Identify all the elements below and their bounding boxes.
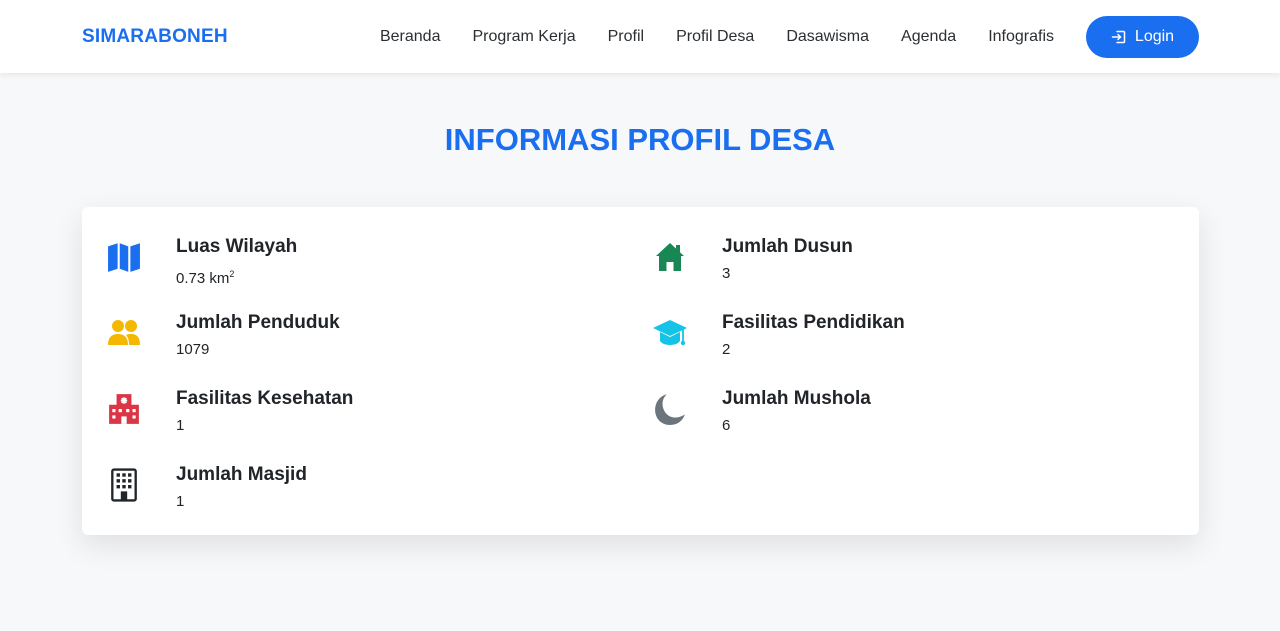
map-icon bbox=[104, 237, 144, 277]
brand-logo[interactable]: SIMARABONEH bbox=[82, 26, 228, 48]
stat-label: Luas Wilayah bbox=[176, 236, 298, 257]
stat-jumlah-masjid: Jumlah Masjid 1 bbox=[104, 463, 307, 511]
stat-value: 0.73 km2 bbox=[176, 269, 235, 287]
stat-value: 3 bbox=[722, 265, 731, 282]
profile-info-card: Luas Wilayah 0.73 km2 Jumlah Penduduk 10… bbox=[82, 207, 1199, 535]
nav-link-dasawisma[interactable]: Dasawisma bbox=[770, 0, 885, 73]
house-icon bbox=[650, 237, 690, 277]
nav-link-program-kerja[interactable]: Program Kerja bbox=[456, 0, 591, 73]
mortarboard-icon bbox=[650, 313, 690, 353]
stat-label: Jumlah Penduduk bbox=[176, 312, 340, 333]
navbar: SIMARABONEH Beranda Program Kerja Profil… bbox=[0, 0, 1280, 73]
moon-icon bbox=[650, 389, 690, 429]
stat-jumlah-dusun: Jumlah Dusun 3 bbox=[650, 235, 853, 283]
login-button[interactable]: Login bbox=[1086, 15, 1199, 58]
stat-fasilitas-kesehatan: Fasilitas Kesehatan 1 bbox=[104, 387, 353, 435]
stat-luas-wilayah: Luas Wilayah 0.73 km2 bbox=[104, 235, 297, 288]
nav-link-agenda[interactable]: Agenda bbox=[885, 0, 972, 73]
stat-jumlah-penduduk: Jumlah Penduduk 1079 bbox=[104, 311, 340, 359]
stat-label: Jumlah Mushola bbox=[722, 388, 871, 409]
stat-label: Jumlah Dusun bbox=[722, 236, 853, 257]
stat-value: 2 bbox=[722, 341, 731, 358]
login-icon bbox=[1111, 29, 1127, 45]
page-title: INFORMASI PROFIL DESA bbox=[444, 122, 836, 157]
stat-value: 1 bbox=[176, 417, 185, 434]
nav-link-infografis[interactable]: Infografis bbox=[972, 0, 1070, 73]
nav-link-beranda[interactable]: Beranda bbox=[364, 0, 457, 73]
people-icon bbox=[104, 313, 144, 353]
hospital-icon bbox=[104, 389, 144, 429]
stat-label: Jumlah Masjid bbox=[176, 464, 307, 485]
nav-links: Beranda Program Kerja Profil Profil Desa… bbox=[364, 0, 1280, 73]
nav-link-profil-desa[interactable]: Profil Desa bbox=[660, 0, 770, 73]
stat-fasilitas-pendidikan: Fasilitas Pendidikan 2 bbox=[650, 311, 905, 359]
stat-value: 1079 bbox=[176, 341, 210, 358]
stat-value: 6 bbox=[722, 417, 731, 434]
building-icon bbox=[104, 465, 144, 505]
stat-label: Fasilitas Pendidikan bbox=[722, 312, 905, 333]
stat-jumlah-mushola: Jumlah Mushola 6 bbox=[650, 387, 871, 435]
nav-link-profil[interactable]: Profil bbox=[592, 0, 660, 73]
login-label: Login bbox=[1134, 27, 1175, 45]
stat-label: Fasilitas Kesehatan bbox=[176, 388, 354, 409]
stat-value: 1 bbox=[176, 493, 185, 510]
